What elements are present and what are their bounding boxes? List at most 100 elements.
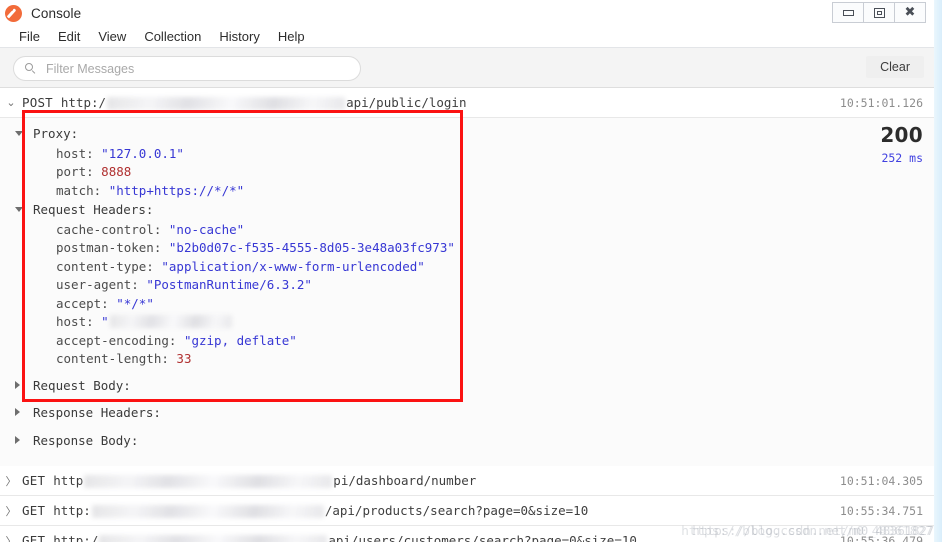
section-response-headers-header[interactable]: Response Headers: [15,403,934,424]
triangle-right-icon [15,435,20,444]
value: 33 [176,351,192,366]
redacted-host [84,475,333,488]
kv-cache-control: cache-control: "no-cache" [33,221,934,240]
request-url: http: /api/products/search?page=0&size=10 [53,503,588,518]
close-button[interactable]: ✖ [895,3,925,22]
kv-postman-token: postman-token: "b2b0d07c-f535-4555-8d05-… [33,239,934,258]
triangle-down-icon [15,207,23,212]
window-title: Console [31,5,82,21]
redacted-host [91,505,324,518]
value: "*/*" [116,295,154,311]
log-row-post-login[interactable]: ⌄ POST http:/ api/public/login 10:51:01.1… [0,88,934,118]
chevron-right-icon[interactable]: 〉 [0,473,22,489]
kv-proxy-host: host: "127.0.0.1" [33,145,934,164]
value: " [101,314,109,329]
kv-content-type: content-type: "application/x-www-form-ur… [33,258,934,277]
chevron-right-icon[interactable]: 〉 [0,533,22,542]
request-method: GET [22,503,46,518]
section-request-body-label: Request Body: [33,377,131,393]
close-icon: ✖ [904,5,916,20]
kv-accept-encoding: accept-encoding: "gzip, deflate" [33,332,934,351]
triangle-right-icon [15,380,20,389]
log-timestamp: 10:55:34.751 [839,503,923,518]
kv-accept: accept: "*/*" [33,295,934,314]
menu-item-help[interactable]: Help [269,28,314,45]
kv-user-agent: user-agent: "PostmanRuntime/6.3.2" [33,276,934,295]
kv-content-length: content-length: 33 [33,350,934,369]
menu-item-file[interactable]: File [10,28,49,45]
section-response-headers-label: Response Headers: [33,405,161,420]
section-response-headers: Response Headers: [0,403,934,424]
request-url: http pi/dashboard/number [53,473,476,488]
section-proxy: Proxy: host: "127.0.0.1" port: 8888 matc… [0,124,934,200]
postman-logo-icon [5,4,22,22]
log-row-dashboard-number[interactable]: 〉 GET http pi/dashboard/number 10:51:04.3… [0,466,934,496]
log-timestamp: 10:51:04.305 [839,473,923,488]
log-detail-panel: 200 252 ms Proxy: host: "127.0.0.1" port… [0,118,934,466]
section-proxy-header[interactable]: Proxy: [15,124,934,145]
triangle-right-icon [15,408,20,416]
clear-button[interactable]: Clear [866,56,924,78]
key: content-length: [56,351,169,366]
redacted-host [107,97,346,110]
minimize-icon [842,9,854,16]
url-suffix: api/public/login [346,95,467,110]
menu-item-collection[interactable]: Collection [135,28,210,45]
value: "127.0.0.1" [101,145,184,161]
request-method: POST [22,95,53,110]
key: host: [56,145,94,161]
filter-messages-input[interactable] [44,60,338,77]
key: port: [56,164,94,179]
section-response-body-header[interactable]: Response Body: [15,431,934,452]
url-prefix: http [53,473,84,488]
search-icon [25,63,36,74]
minimize-button[interactable] [833,3,864,22]
chevron-right-icon[interactable]: 〉 [0,503,22,519]
key: accept: [56,295,109,311]
url-suffix: /api/products/search?page=0&size=10 [324,503,589,518]
log-row-products-search[interactable]: 〉 GET http: /api/products/search?page=0&s… [0,496,934,526]
redacted-host [99,535,328,542]
triangle-down-icon [15,131,23,136]
section-response-body: Response Body: [0,431,934,452]
request-url: http:/ api/users/customers/search?page=0&… [53,533,637,542]
log-row-users-customers-search[interactable]: 〉 GET http:/ api/users/customers/search?p… [0,526,934,542]
redacted-host-value [109,315,232,328]
key: host: [56,314,94,329]
console-log-list[interactable]: ⌄ POST http:/ api/public/login 10:51:01.1… [0,88,934,542]
log-timestamp: 10:55:36.479 [839,533,923,542]
section-request-headers-header[interactable]: Request Headers: [15,200,934,221]
section-request-headers-label: Request Headers: [33,202,154,217]
console-window: Console ✖ File Edit View Collection Hist… [0,0,942,542]
section-request-body-header[interactable]: Request Body: [15,376,934,397]
key: content-type: [56,258,154,274]
console-toolbar: Clear [0,48,934,88]
value: "PostmanRuntime/6.3.2" [146,277,312,292]
menu-item-edit[interactable]: Edit [49,28,89,45]
kv-host: host: " [33,313,934,332]
section-response-body-label: Response Body: [33,432,139,448]
section-proxy-label: Proxy: [33,126,79,141]
section-request-headers: Request Headers: cache-control: "no-cach… [0,200,934,369]
value: "b2b0d07c-f535-4555-8d05-3e48a03fc973" [168,240,455,255]
menu-item-history[interactable]: History [210,28,268,45]
log-timestamp: 10:51:01.126 [839,95,923,110]
chevron-down-icon[interactable]: ⌄ [0,96,22,109]
maximize-icon [873,7,885,18]
url-prefix: http:/ [60,95,107,110]
page-background-strip [934,0,942,542]
menu-bar: File Edit View Collection History Help [0,26,934,48]
window-controls: ✖ [832,2,926,23]
value: "application/x-www-form-urlencoded" [161,258,425,274]
key: postman-token: [56,240,162,255]
value: "no-cache" [168,221,245,237]
menu-item-view[interactable]: View [89,28,135,45]
section-request-body: Request Body: [0,376,934,397]
request-url: http:/ api/public/login [60,95,467,110]
filter-messages-box[interactable] [13,56,361,81]
request-method: GET [22,533,46,542]
maximize-button[interactable] [864,3,895,22]
